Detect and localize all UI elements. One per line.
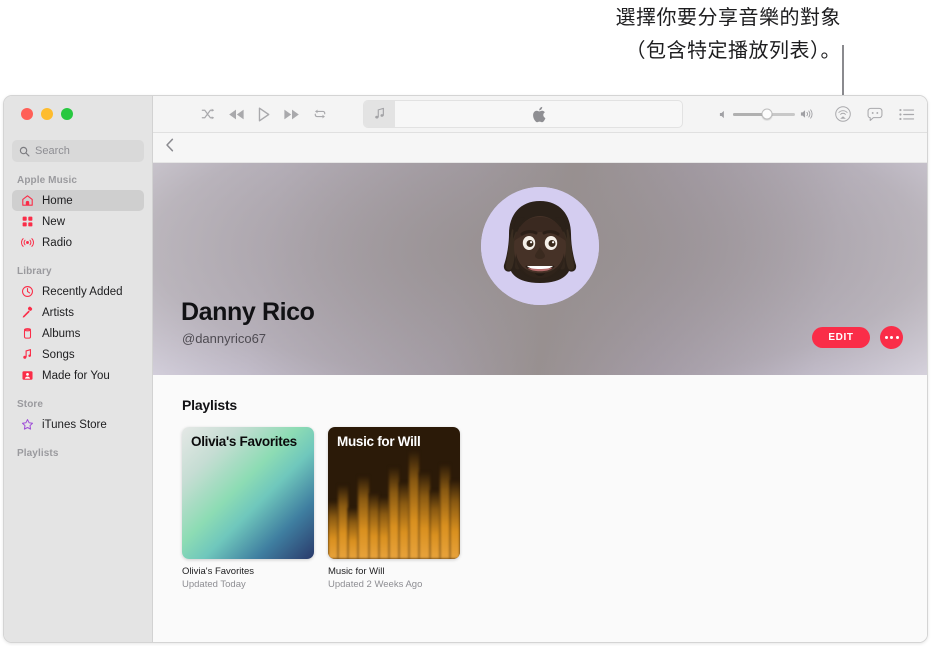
playlist-artwork[interactable]: Music for Will	[328, 427, 460, 559]
search-icon	[19, 146, 30, 156]
album-icon	[21, 327, 34, 340]
playlists-grid: Olivia's Favorites Olivia's Favorites Up…	[182, 427, 927, 590]
ellipsis-dot	[895, 336, 899, 339]
toolbar	[153, 96, 927, 133]
back-button[interactable]	[165, 138, 175, 157]
sidebar: Search Apple Music Home New Radio Librar…	[4, 96, 153, 642]
profile-header: Danny Rico @dannyrico67 EDIT	[153, 163, 927, 375]
sidebar-group-title-library: Library	[17, 266, 52, 277]
queue-icon[interactable]	[899, 108, 915, 121]
now-playing-display[interactable]	[363, 100, 683, 128]
now-playing-music-note-icon	[364, 101, 395, 127]
sidebar-item-artists[interactable]: Artists	[12, 302, 144, 323]
star-icon	[21, 418, 34, 431]
shuffle-icon[interactable]	[201, 107, 215, 121]
sidebar-group-title-store: Store	[17, 399, 44, 410]
zoom-button[interactable]	[61, 108, 73, 120]
playlist-artwork[interactable]: Olivia's Favorites	[182, 427, 314, 559]
playlist-card-olivias-favorites[interactable]: Olivia's Favorites Olivia's Favorites Up…	[182, 427, 314, 590]
playlist-name: Music for Will	[328, 566, 385, 577]
screenshot-root: 選擇你要分享音樂的對象 （包含特定播放列表）。 Search Apple Mus…	[0, 0, 931, 646]
volume-slider[interactable]	[733, 108, 795, 120]
search-input[interactable]: Search	[12, 140, 144, 162]
sidebar-item-songs[interactable]: Songs	[12, 344, 144, 365]
playlist-artwork-title: Olivia's Favorites	[191, 434, 297, 449]
profile-name: Danny Rico	[181, 298, 315, 326]
sidebar-group-title-apple-music: Apple Music	[17, 175, 77, 186]
microphone-icon	[21, 306, 34, 319]
apple-logo-icon	[532, 106, 545, 122]
sidebar-item-label: Home	[42, 194, 73, 207]
lyrics-icon[interactable]	[867, 107, 883, 122]
profile-handle: @dannyrico67	[182, 331, 267, 346]
ellipsis-dot	[890, 336, 893, 339]
grid-icon	[21, 215, 34, 228]
volume-control[interactable]	[719, 108, 814, 120]
avatar[interactable]	[481, 187, 599, 305]
close-button[interactable]	[21, 108, 33, 120]
toolbar-right-controls	[835, 106, 915, 122]
edit-button[interactable]: EDIT	[812, 327, 870, 348]
sidebar-item-made-for-you[interactable]: Made for You	[12, 365, 144, 386]
sidebar-item-albums[interactable]: Albums	[12, 323, 144, 344]
annotation-text: 選擇你要分享音樂的對象 （包含特定播放列表）。	[615, 7, 841, 62]
sidebar-item-label: New	[42, 215, 66, 228]
chevron-left-icon	[166, 138, 174, 152]
fast-forward-icon[interactable]	[283, 108, 300, 121]
more-options-button[interactable]	[880, 326, 903, 349]
memoji-avatar	[481, 187, 599, 305]
search-placeholder: Search	[35, 145, 70, 157]
main-area: Danny Rico @dannyrico67 EDIT Playlists O…	[153, 96, 927, 642]
music-note-icon	[21, 348, 34, 361]
sidebar-item-label: Artists	[42, 306, 74, 319]
playlist-updated: Updated 2 Weeks Ago	[328, 579, 423, 590]
transport-controls	[201, 107, 327, 122]
airplay-icon[interactable]	[835, 106, 851, 122]
clock-icon	[21, 285, 34, 298]
home-icon	[21, 194, 34, 207]
music-app-window: Search Apple Music Home New Radio Librar…	[3, 95, 928, 643]
now-playing-content	[395, 106, 682, 123]
sidebar-item-itunes-store[interactable]: iTunes Store	[12, 414, 144, 435]
sidebar-item-label: Made for You	[42, 369, 110, 382]
volume-low-icon	[719, 110, 724, 118]
sidebar-item-label: Songs	[42, 348, 75, 361]
portrait-icon	[21, 369, 34, 382]
radio-icon	[21, 236, 34, 249]
window-traffic-lights	[12, 96, 144, 120]
navigation-bar	[153, 133, 927, 163]
sidebar-item-label: Albums	[42, 327, 81, 340]
repeat-icon[interactable]	[313, 107, 327, 121]
sidebar-item-label: Radio	[42, 236, 73, 249]
playlist-name: Olivia's Favorites	[182, 566, 255, 577]
playlist-artwork-title: Music for Will	[337, 434, 421, 449]
play-icon[interactable]	[258, 107, 270, 122]
volume-slider-knob[interactable]	[761, 108, 773, 120]
rewind-icon[interactable]	[228, 108, 245, 121]
sidebar-item-label: Recently Added	[42, 285, 123, 298]
playlists-section: Playlists Olivia's Favorites Olivia's Fa…	[153, 375, 927, 642]
playlists-heading: Playlists	[182, 397, 238, 413]
ellipsis-dot	[884, 336, 888, 339]
volume-high-icon	[800, 109, 813, 119]
minimize-button[interactable]	[41, 108, 53, 120]
playlist-updated: Updated Today	[182, 579, 246, 590]
sidebar-group-title-playlists: Playlists	[17, 448, 59, 459]
playlist-card-music-for-will[interactable]: Music for Will Music for Will Updated 2 …	[328, 427, 460, 590]
sidebar-item-recently-added[interactable]: Recently Added	[12, 281, 144, 302]
sidebar-item-label: iTunes Store	[42, 418, 107, 431]
sidebar-item-radio[interactable]: Radio	[12, 232, 144, 253]
sidebar-item-home[interactable]: Home	[12, 190, 144, 211]
sidebar-item-new[interactable]: New	[12, 211, 144, 232]
